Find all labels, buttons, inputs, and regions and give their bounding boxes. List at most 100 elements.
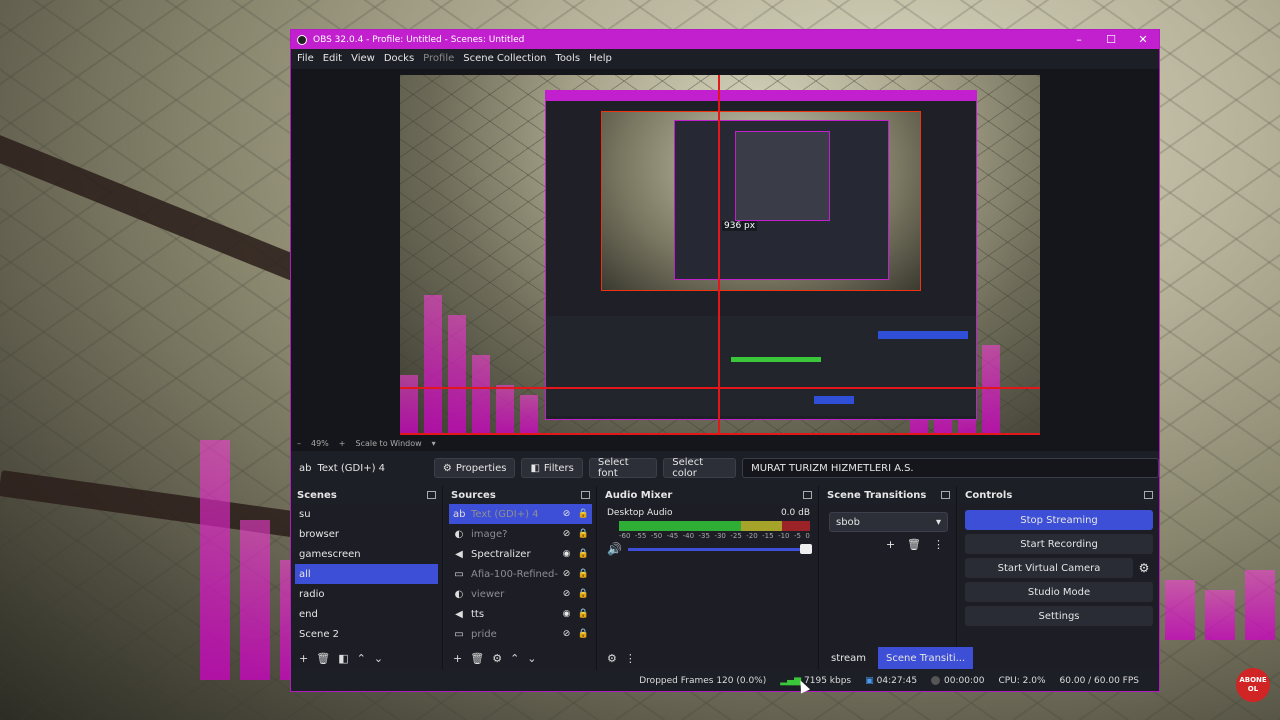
trash-icon[interactable]: 🗑 (907, 538, 921, 551)
scene-item[interactable]: Scene 2 (295, 624, 438, 644)
start-recording-button[interactable]: Start Recording (965, 534, 1153, 554)
trash-icon[interactable]: 🗑 (470, 652, 484, 665)
menu-scene-collection[interactable]: Scene Collection (463, 53, 552, 64)
channel-level: 0.0 dB (780, 508, 810, 518)
bitrate-indicator: ▂▄▆ 7195 kbps (780, 676, 851, 686)
eye-icon[interactable]: ◉ (558, 549, 575, 559)
preview-canvas[interactable]: 936 px (400, 75, 1040, 435)
nested-docks (546, 316, 976, 416)
select-color-button[interactable]: Select color (663, 457, 737, 479)
more-options-icon[interactable]: ⋮ (625, 652, 636, 665)
menu-docks[interactable]: Docks (384, 53, 420, 64)
more-options-icon[interactable]: ⋮ (933, 538, 944, 551)
zoom-level: 49% (311, 438, 329, 448)
minimize-button[interactable]: – (1063, 33, 1095, 46)
chevron-down-icon[interactable]: ⌄ (374, 652, 383, 665)
transition-selected: sbob (836, 516, 861, 528)
eye-hidden-icon[interactable]: ⊘ (558, 569, 575, 579)
maximize-button[interactable]: ☐ (1095, 33, 1127, 46)
meter-yellow (740, 521, 782, 531)
chevron-down-icon[interactable]: ⌄ (527, 652, 536, 665)
settings-button[interactable]: Settings (965, 606, 1153, 626)
spectrum-bars-right (1165, 570, 1275, 640)
add-icon[interactable]: + (453, 652, 462, 665)
scene-label: browser (299, 528, 340, 540)
eye-icon[interactable]: ◉ (558, 609, 575, 619)
scale-mode-select[interactable]: Scale to Window (355, 439, 421, 448)
start-virtual-camera-button[interactable]: Start Virtual Camera (965, 558, 1133, 578)
properties-button[interactable]: ⚙ Properties (433, 458, 516, 478)
filters-icon: ◧ (530, 462, 540, 474)
menu-help[interactable]: Help (589, 53, 618, 64)
title-bar: OBS 32.0.4 - Profile: Untitled - Scenes:… (291, 30, 1159, 49)
close-button[interactable]: ✕ (1127, 33, 1159, 46)
eye-hidden-icon[interactable]: ⊘ (558, 509, 575, 519)
undock-icon[interactable] (803, 491, 812, 499)
menu-file[interactable]: File (297, 53, 320, 64)
scene-item[interactable]: end (295, 604, 438, 624)
lock-icon[interactable]: 🔒 (575, 629, 592, 639)
eye-hidden-icon[interactable]: ⊘ (558, 529, 575, 539)
chevron-up-icon[interactable]: ⌃ (357, 652, 366, 665)
scale-tick: -10 (778, 532, 790, 540)
text-source-icon: ab (299, 462, 312, 474)
source-item-selected[interactable]: ab Text (GDI+) 4 ⊘ 🔒 (449, 504, 592, 524)
gear-icon[interactable]: ⚙ (492, 652, 502, 665)
scene-item[interactable]: gamescreen (295, 544, 438, 564)
add-icon[interactable]: + (886, 538, 895, 551)
undock-icon[interactable] (941, 491, 950, 499)
menu-edit[interactable]: Edit (323, 53, 348, 64)
advanced-audio-icon[interactable]: ⚙ (607, 652, 617, 665)
zoom-out-button[interactable]: – (297, 439, 301, 448)
gear-icon[interactable]: ⚙ (1135, 561, 1153, 575)
lock-icon[interactable]: 🔒 (575, 569, 592, 579)
menu-view[interactable]: View (351, 53, 381, 64)
volume-slider[interactable] (627, 543, 812, 554)
tab-scene-transitions[interactable]: Scene Transiti... (878, 647, 974, 669)
volume-slider-handle[interactable] (800, 543, 812, 554)
add-icon[interactable]: + (299, 652, 308, 665)
scene-item[interactable]: radio (295, 584, 438, 604)
text-value-field[interactable]: MURAT TURIZM HIZMETLERI A.S. (742, 458, 1159, 478)
lock-icon[interactable]: 🔒 (575, 589, 592, 599)
studio-mode-button[interactable]: Studio Mode (965, 582, 1153, 602)
undock-icon[interactable] (581, 491, 590, 499)
speaker-icon[interactable]: 🔊 (607, 542, 622, 556)
undock-icon[interactable] (427, 491, 436, 499)
filter-icon[interactable]: ◧ (338, 652, 348, 665)
source-item[interactable]: ◀ tts ◉ 🔒 (449, 604, 592, 624)
stop-streaming-button[interactable]: Stop Streaming (965, 510, 1153, 530)
chevron-up-icon[interactable]: ⌃ (510, 652, 519, 665)
source-item[interactable]: ▭ Afia-100-Refined-Edit ⊘ 🔒 (449, 564, 592, 584)
scene-item[interactable]: browser (295, 524, 438, 544)
scene-item[interactable]: su (295, 504, 438, 524)
preview-area[interactable]: 936 px (291, 69, 1159, 435)
sources-title: Sources (451, 489, 496, 501)
audio-source-icon: ◀ (455, 608, 463, 620)
tab-stream[interactable]: stream (823, 647, 874, 669)
chevron-down-icon[interactable]: ▾ (432, 439, 436, 448)
menu-tools[interactable]: Tools (555, 53, 586, 64)
select-font-button[interactable]: Select font (588, 457, 658, 479)
source-item[interactable]: ▭ pride ⊘ 🔒 (449, 624, 592, 644)
zoom-in-button[interactable]: + (339, 439, 346, 448)
lock-icon[interactable]: 🔒 (575, 529, 592, 539)
eye-hidden-icon[interactable]: ⊘ (558, 629, 575, 639)
lock-icon[interactable]: 🔒 (575, 509, 592, 519)
source-item[interactable]: ◐ image? ⊘ 🔒 (449, 524, 592, 544)
undock-icon[interactable] (1144, 491, 1153, 499)
menu-profile[interactable]: Profile (423, 53, 460, 64)
eye-hidden-icon[interactable]: ⊘ (558, 589, 575, 599)
lock-icon[interactable]: 🔒 (575, 609, 592, 619)
source-item[interactable]: ◀ Spectralizer ◉ 🔒 (449, 544, 592, 564)
filters-button[interactable]: ◧ Filters (521, 458, 583, 478)
trash-icon[interactable]: 🗑 (316, 652, 330, 665)
text-source-icon: ab (453, 508, 466, 520)
bitrate-value: 7195 kbps (804, 675, 852, 686)
transition-select[interactable]: sbob ▾ (829, 512, 948, 532)
source-item[interactable]: ◐ viewer ⊘ 🔒 (449, 584, 592, 604)
lock-icon[interactable]: 🔒 (575, 549, 592, 559)
transition-toolbar: + 🗑 ⋮ (821, 532, 956, 557)
scene-item-selected[interactable]: all (295, 564, 438, 584)
stream-time-indicator: ▣ 04:27:45 (865, 676, 917, 686)
